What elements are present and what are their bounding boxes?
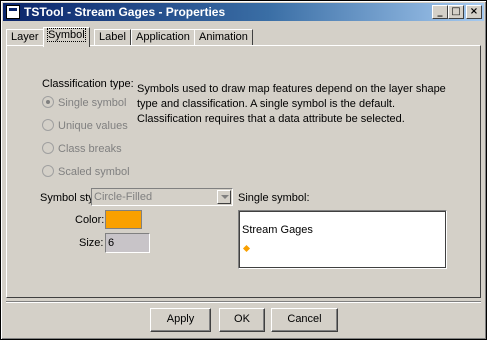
radio-label: Single symbol bbox=[58, 97, 127, 109]
tab-label-label: Label bbox=[99, 31, 126, 43]
color-label: Color: bbox=[75, 214, 105, 226]
description-line: Classification requires that a data attr… bbox=[137, 113, 405, 125]
app-icon bbox=[6, 5, 20, 19]
symbol-preview: Stream Gages bbox=[238, 210, 447, 269]
title-bar[interactable]: TSTool - Stream Gages - Properties _ □ × bbox=[3, 3, 484, 21]
radio-unique-values[interactable]: Unique values bbox=[42, 119, 128, 132]
radio-button-icon bbox=[42, 96, 54, 108]
radio-button-icon bbox=[42, 119, 54, 131]
radio-button-icon bbox=[42, 142, 54, 154]
single-symbol-label: Single symbol: bbox=[238, 192, 310, 204]
cancel-button[interactable]: Cancel bbox=[271, 308, 338, 332]
tab-animation-label: Animation bbox=[199, 31, 248, 43]
tab-symbol-label: Symbol bbox=[47, 28, 86, 42]
tab-application-label: Application bbox=[136, 31, 190, 43]
radio-scaled-symbol[interactable]: Scaled symbol bbox=[42, 165, 130, 178]
symbol-style-select[interactable]: Circle-Filled bbox=[91, 188, 233, 206]
minimize-button[interactable]: _ bbox=[432, 5, 448, 19]
classification-type-label: Classification type: bbox=[42, 78, 134, 90]
close-button[interactable]: × bbox=[466, 5, 482, 19]
maximize-button[interactable]: □ bbox=[448, 5, 464, 19]
tab-label[interactable]: Label bbox=[94, 29, 131, 46]
radio-label: Scaled symbol bbox=[58, 166, 130, 178]
size-label: Size: bbox=[79, 237, 104, 249]
diamond-symbol-icon bbox=[242, 244, 251, 253]
radio-button-icon bbox=[42, 165, 54, 177]
classification-description: Symbols used to draw map features depend… bbox=[137, 82, 455, 127]
button-separator bbox=[6, 301, 481, 303]
tab-symbol[interactable]: Symbol bbox=[43, 27, 90, 47]
description-line: Symbols used to draw map features depend… bbox=[137, 83, 446, 95]
symbol-style-value: Circle-Filled bbox=[94, 191, 153, 203]
description-line: type and classification. A single symbol… bbox=[137, 98, 396, 110]
tab-layer-label: Layer bbox=[11, 31, 39, 43]
tab-layer[interactable]: Layer bbox=[6, 29, 44, 46]
size-field[interactable]: 6 bbox=[105, 233, 150, 253]
chevron-down-icon[interactable] bbox=[217, 190, 231, 204]
radio-single-symbol[interactable]: Single symbol bbox=[42, 96, 126, 109]
size-value: 6 bbox=[108, 237, 115, 249]
color-swatch[interactable] bbox=[105, 210, 142, 229]
radio-class-breaks[interactable]: Class breaks bbox=[42, 142, 122, 155]
apply-button[interactable]: Apply bbox=[150, 308, 211, 332]
ok-button[interactable]: OK bbox=[219, 308, 265, 332]
radio-label: Unique values bbox=[58, 120, 128, 132]
properties-window: TSTool - Stream Gages - Properties _ □ ×… bbox=[0, 0, 487, 340]
preview-layer-name: Stream Gages bbox=[242, 224, 313, 236]
tab-animation[interactable]: Animation bbox=[194, 29, 253, 46]
tab-application[interactable]: Application bbox=[131, 29, 195, 46]
window-title: TSTool - Stream Gages - Properties bbox=[24, 5, 226, 19]
radio-label: Class breaks bbox=[58, 143, 122, 155]
